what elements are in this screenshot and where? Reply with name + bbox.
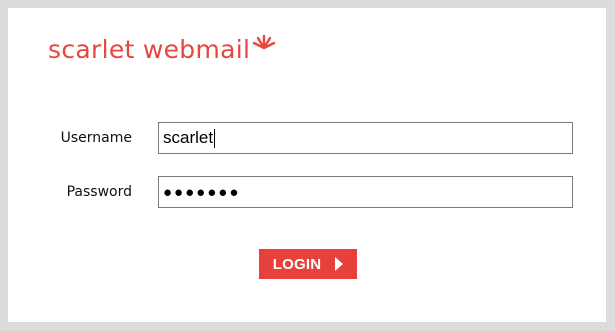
username-value: scarlet [163,128,214,147]
username-row: Username scarlet [8,122,606,154]
password-row: Password ●●●●●●● [8,176,606,208]
password-input[interactable]: ●●●●●●● [158,176,573,208]
password-label: Password [66,184,132,200]
login-button-label: LOGIN [272,255,322,273]
logo-text: scarlet webmail [48,35,251,64]
login-panel: scarlet webmail Username scarlet Passwor… [8,8,606,322]
chevron-right-icon [335,257,344,271]
flame-burst-icon [253,34,276,50]
username-input[interactable]: scarlet [158,122,573,154]
text-caret [214,128,216,148]
password-masked-value: ●●●●●●● [163,183,241,201]
login-button[interactable]: LOGIN [259,249,357,279]
username-label: Username [60,130,132,146]
scarlet-webmail-logo: scarlet webmail [48,34,277,70]
